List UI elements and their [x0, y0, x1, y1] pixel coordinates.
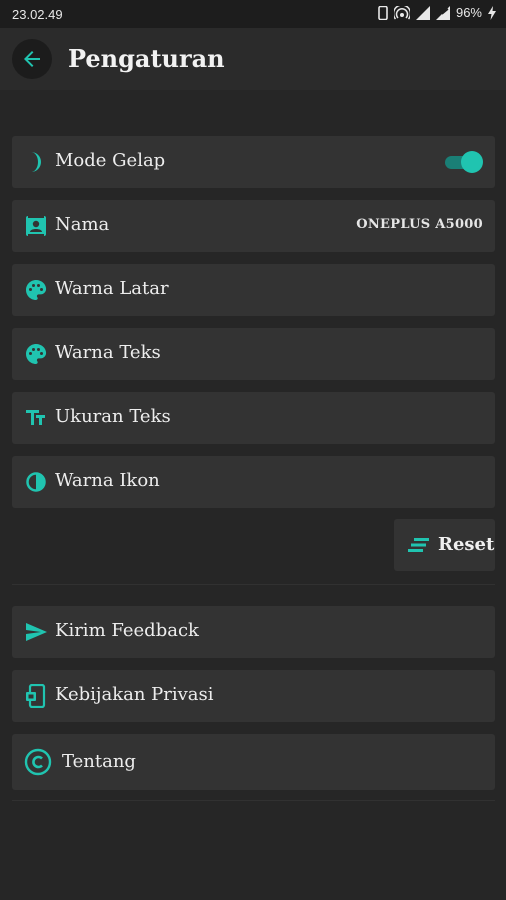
name-value: ONEPLUS A5000: [356, 217, 483, 232]
page-title: Pengaturan: [68, 44, 225, 73]
text-size-row[interactable]: Ukuran Teks: [12, 392, 495, 444]
privacy-policy-row[interactable]: Kebijakan Privasi: [12, 670, 495, 722]
status-time: 23.02.49: [12, 7, 63, 22]
charging-icon: [488, 5, 496, 20]
reset-label: Reset: [438, 534, 495, 555]
about-label: Tentang: [62, 751, 136, 772]
reset-button[interactable]: Reset: [394, 519, 495, 571]
battery-percent: 96%: [455, 5, 482, 20]
background-color-row[interactable]: Warna Latar: [12, 264, 495, 316]
about-row[interactable]: Tentang: [12, 734, 495, 790]
section-divider: [12, 800, 495, 801]
name-row[interactable]: Nama ONEPLUS A5000: [12, 200, 495, 252]
phone-icon: [378, 5, 388, 20]
dark-mode-row[interactable]: Mode Gelap: [12, 136, 495, 188]
arrow-left-icon: [24, 51, 40, 67]
status-bar: 23.02.49 96%: [0, 0, 506, 28]
hotspot-icon: [393, 5, 410, 19]
background-color-label: Warna Latar: [55, 278, 169, 299]
toggle-thumb: [461, 151, 483, 173]
send-feedback-label: Kirim Feedback: [55, 620, 199, 641]
text-size-label: Ukuran Teks: [55, 406, 171, 427]
back-button[interactable]: [12, 39, 52, 79]
copyright-icon: [24, 748, 52, 776]
text-color-row[interactable]: Warna Teks: [12, 328, 495, 380]
contrast-icon: [26, 472, 46, 492]
icon-color-label: Warna Ikon: [55, 470, 160, 491]
dark-mode-label: Mode Gelap: [55, 150, 166, 171]
reset-lines-icon: [408, 538, 429, 552]
icon-color-row[interactable]: Warna Ikon: [12, 456, 495, 508]
text-size-icon: [26, 410, 45, 425]
palette-icon: [26, 344, 47, 364]
name-label: Nama: [55, 214, 110, 235]
dark-mode-toggle[interactable]: [445, 151, 483, 173]
signal-icon-2: [435, 5, 450, 20]
section-divider: [12, 584, 495, 585]
moon-icon: [31, 152, 41, 172]
text-color-label: Warna Teks: [55, 342, 161, 363]
privacy-phone-icon: [26, 684, 46, 708]
signal-icon-1: [415, 5, 430, 20]
app-bar: Pengaturan: [0, 28, 506, 90]
privacy-policy-label: Kebijakan Privasi: [55, 684, 214, 705]
contact-card-icon: [26, 216, 46, 236]
send-icon: [26, 623, 47, 641]
send-feedback-row[interactable]: Kirim Feedback: [12, 606, 495, 658]
status-icons: 96%: [378, 5, 496, 20]
palette-icon: [26, 280, 47, 300]
